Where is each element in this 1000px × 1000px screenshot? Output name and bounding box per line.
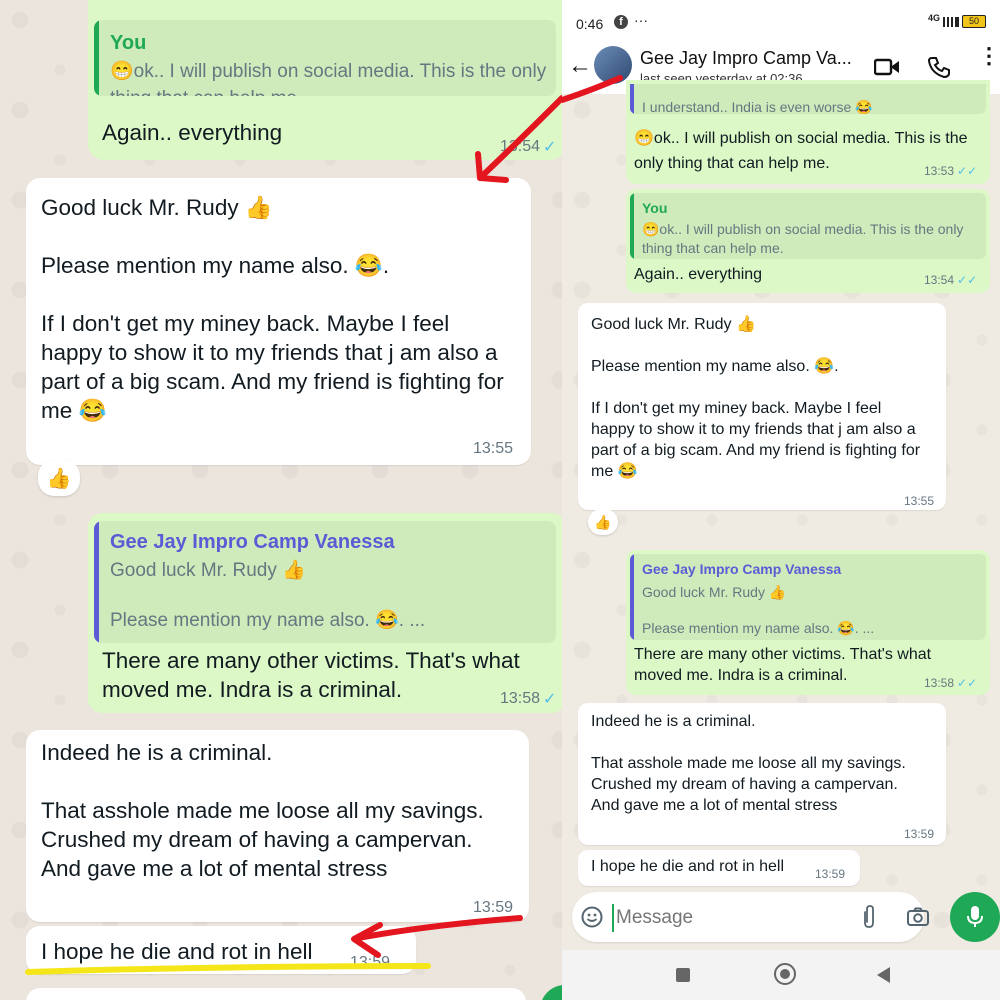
- message-meta: 13:59: [815, 867, 845, 881]
- quoted-sender-name: You: [642, 200, 668, 216]
- message-input[interactable]: [612, 904, 848, 932]
- quoted-sender-name: Gee Jay Impro Camp Vanessa: [110, 531, 395, 553]
- quoted-sender-name: You: [110, 32, 147, 54]
- signal-icon: [943, 17, 959, 27]
- quoted-message[interactable]: Gee Jay Impro Camp Vanessa Good luck Mr.…: [630, 554, 986, 640]
- message-meta: 13:55: [473, 440, 513, 458]
- message-time: 13:55: [473, 440, 514, 457]
- video-call-icon[interactable]: [874, 58, 900, 76]
- incoming-message-bubble[interactable]: Good luck Mr. Rudy 👍 Please mention my n…: [578, 303, 946, 510]
- incoming-message-bubble[interactable]: Indeed he is a criminal. That asshole ma…: [578, 703, 946, 845]
- quoted-message[interactable]: I understand.. India is even worse 😂: [630, 84, 986, 114]
- status-time: 0:46: [576, 16, 604, 32]
- message-text: I hope he die and rot in hell: [41, 939, 313, 964]
- incoming-message-bubble[interactable]: I hope he die and rot in hell 13:59: [578, 850, 860, 886]
- message-text: There are many other victims. That's wha…: [102, 648, 520, 702]
- incoming-message-bubble[interactable]: Good luck Mr. Rudy 👍 Please mention my n…: [26, 178, 531, 465]
- incoming-message-bubble[interactable]: Indeed he is a criminal. That asshole ma…: [26, 730, 529, 922]
- phone-chat-screen: 0:46 f ··· 4G 50 ← Gee Jay Impro Camp Va…: [562, 0, 1000, 1000]
- camera-icon[interactable]: [906, 906, 930, 928]
- microphone-icon: [967, 906, 983, 927]
- message-text: Again.. everything: [634, 266, 763, 283]
- contact-avatar[interactable]: [594, 46, 632, 84]
- double-check-icon: ✓✓: [957, 273, 978, 287]
- back-arrow-icon[interactable]: ←: [568, 52, 592, 80]
- message-meta: 13:53 ✓✓: [924, 164, 977, 178]
- facebook-icon: f: [614, 15, 628, 29]
- phone-call-icon[interactable]: [928, 56, 950, 78]
- message-time: 13:53: [924, 164, 955, 178]
- quoted-message-text: 😁ok.. I will publish on social media. Th…: [642, 221, 964, 256]
- message-text: 😁ok.. I will publish on social media. Th…: [634, 130, 968, 172]
- quoted-message[interactable]: You 😁ok.. I will publish on social media…: [94, 20, 556, 96]
- thumbs-up-reaction-icon[interactable]: 👍: [38, 460, 80, 496]
- next-message-bubble-partial: [26, 988, 526, 1000]
- message-time: 13:59: [815, 867, 846, 881]
- message-time: 13:54: [924, 273, 955, 287]
- message-meta: 13:54 ✓✓: [924, 273, 977, 287]
- message-time: 13:59: [904, 827, 935, 841]
- more-notifications-icon: ···: [634, 12, 648, 28]
- quoted-message-text: 😁ok.. I will publish on social media. Th…: [110, 61, 547, 96]
- message-text: I hope he die and rot in hell: [591, 858, 785, 875]
- message-time: 13:59: [350, 954, 391, 971]
- double-check-icon: ✓✓: [957, 164, 978, 178]
- incoming-message-bubble[interactable]: I hope he die and rot in hell 13:59: [26, 926, 416, 974]
- quoted-message-text: Good luck Mr. Rudy 👍 Please mention my n…: [110, 560, 426, 631]
- message-meta: 13:59: [904, 827, 934, 841]
- message-meta: 13:58 ✓✓: [924, 676, 977, 690]
- contact-name[interactable]: Gee Jay Impro Camp Va...: [640, 48, 852, 69]
- double-check-icon: ✓✓: [957, 676, 978, 690]
- outgoing-reply-bubble[interactable]: You 😁ok.. I will publish on social media…: [626, 189, 990, 293]
- message-meta: 13:59: [350, 954, 390, 972]
- android-navigation-bar: [562, 950, 1000, 1000]
- outgoing-reply-bubble[interactable]: You 😁ok.. I will publish on social media…: [88, 0, 562, 160]
- message-meta: 13:58 ✓: [500, 689, 556, 709]
- outgoing-message-bubble[interactable]: I understand.. India is even worse 😂 😁ok…: [626, 80, 990, 184]
- emoji-sticker-icon[interactable]: [580, 905, 604, 929]
- mic-button[interactable]: [950, 892, 1000, 942]
- message-time: 13:59: [473, 899, 514, 916]
- message-time: 13:55: [904, 494, 935, 508]
- zoomed-chat-panel: You 😁ok.. I will publish on social media…: [0, 0, 562, 1000]
- battery-level: 50: [968, 16, 979, 26]
- message-text: Indeed he is a criminal. That asshole ma…: [41, 740, 484, 881]
- home-button[interactable]: [774, 963, 796, 985]
- partial-mic-button: [540, 985, 562, 1000]
- network-label: 4G: [928, 13, 941, 23]
- double-check-icon: ✓: [543, 139, 557, 156]
- more-options-icon[interactable]: ⋮: [978, 45, 1000, 67]
- message-composer: [572, 892, 929, 942]
- message-time: 13:58: [500, 690, 541, 707]
- thumbs-up-reaction-icon[interactable]: 👍: [588, 509, 618, 535]
- recents-button[interactable]: [676, 968, 690, 982]
- message-meta: 13:54 ✓: [500, 137, 556, 157]
- message-meta: 13:59: [473, 899, 513, 917]
- message-text: Again.. everything: [102, 120, 283, 145]
- back-triangle-icon[interactable]: [876, 966, 892, 984]
- quoted-message-text: Good luck Mr. Rudy 👍 Please mention my n…: [642, 584, 875, 636]
- quoted-message[interactable]: You 😁ok.. I will publish on social media…: [630, 193, 986, 259]
- double-check-icon: ✓: [543, 691, 557, 708]
- message-time: 13:54: [500, 138, 541, 155]
- message-text: Good luck Mr. Rudy 👍 Please mention my n…: [591, 316, 921, 480]
- outgoing-reply-bubble[interactable]: Gee Jay Impro Camp Vanessa Good luck Mr.…: [626, 550, 990, 695]
- quoted-message[interactable]: Gee Jay Impro Camp Vanessa Good luck Mr.…: [94, 521, 556, 643]
- message-text: There are many other victims. That's wha…: [634, 646, 932, 684]
- quoted-message-text: I understand.. India is even worse 😂: [642, 99, 873, 114]
- attach-icon[interactable]: [860, 904, 878, 930]
- message-text: Indeed he is a criminal. That asshole ma…: [591, 713, 906, 814]
- quoted-sender-name: Gee Jay Impro Camp Vanessa: [642, 561, 842, 577]
- outgoing-reply-bubble[interactable]: Gee Jay Impro Camp Vanessa Good luck Mr.…: [88, 513, 562, 713]
- battery-icon: 50: [962, 15, 986, 28]
- message-text: Good luck Mr. Rudy 👍 Please mention my n…: [41, 195, 504, 423]
- message-meta: 13:55: [904, 494, 934, 508]
- message-time: 13:58: [924, 676, 955, 690]
